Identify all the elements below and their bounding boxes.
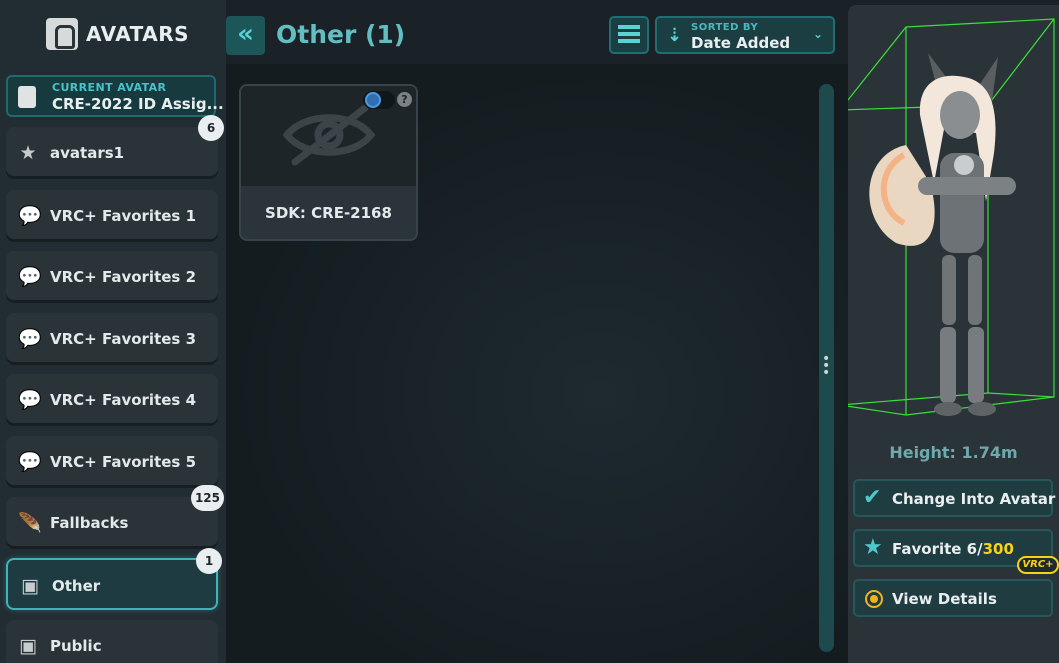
chevron-down-icon: ⌄ bbox=[812, 27, 823, 41]
sidebar-item-avatars1[interactable]: ★ avatars1 6 bbox=[6, 115, 224, 179]
change-into-avatar-button[interactable]: ✔ Change Into Avatar bbox=[853, 479, 1056, 517]
status-dot bbox=[365, 92, 381, 108]
star-icon: ★ bbox=[863, 535, 883, 560]
sidebar-item-vrc-favorites-1[interactable]: 💬 VRC+ Favorites 1 bbox=[6, 190, 218, 242]
double-chevron-left-icon: « bbox=[237, 19, 254, 49]
app-title: AVATARS bbox=[86, 22, 190, 46]
sidebar-item-label: VRC+ Favorites 3 bbox=[50, 330, 197, 348]
avatar-card[interactable]: ? SDK: CRE-2168 bbox=[239, 84, 418, 241]
avatar-tail bbox=[869, 145, 935, 246]
sidebar-item-label: Public bbox=[50, 637, 102, 655]
chat-bubble-icon: 💬 bbox=[18, 205, 42, 227]
sidebar-item-vrc-favorites-4[interactable]: 💬 VRC+ Favorites 4 bbox=[6, 374, 218, 426]
sidebar: AVATARS CURRENT AVATAR CRE-2022 ID Assig… bbox=[0, 0, 226, 663]
current-avatar-button[interactable]: CURRENT AVATAR CRE-2022 ID Assig... bbox=[6, 75, 224, 117]
favorite-limit: 300 bbox=[982, 540, 1014, 558]
sort-value: Date Added bbox=[691, 34, 791, 52]
sidebar-item-label: Fallbacks bbox=[50, 514, 129, 532]
avatar-grid: ? SDK: CRE-2168 bbox=[226, 64, 848, 663]
radio-icon bbox=[865, 590, 883, 608]
sidebar-item-label: VRC+ Favorites 5 bbox=[50, 453, 197, 471]
sidebar-item-fallbacks[interactable]: 🪶 Fallbacks 125 bbox=[6, 485, 224, 549]
avatar-thumbnail: ? bbox=[241, 86, 416, 186]
count-badge: 6 bbox=[198, 115, 224, 141]
drag-handle-icon[interactable]: • • • bbox=[822, 352, 830, 380]
sidebar-item-public[interactable]: ▣ Public bbox=[6, 620, 218, 663]
chat-bubble-icon: 💬 bbox=[18, 389, 42, 411]
current-avatar-label: CURRENT AVATAR bbox=[52, 81, 167, 94]
count-badge: 1 bbox=[196, 548, 222, 574]
view-details-button[interactable]: View Details bbox=[853, 579, 1053, 617]
favorite-label: Favorite 6/300 bbox=[892, 540, 1014, 558]
feather-icon: 🪶 bbox=[18, 512, 42, 534]
chat-bubble-icon: 💬 bbox=[18, 328, 42, 350]
chat-bubble-icon: 💬 bbox=[18, 266, 42, 288]
favorite-count: Favorite 6/ bbox=[892, 540, 983, 558]
sidebar-item-label: VRC+ Favorites 1 bbox=[50, 207, 197, 225]
sidebar-item-label: Other bbox=[52, 577, 101, 595]
sort-dropdown[interactable]: ⇣ SORTED BY Date Added ⌄ bbox=[655, 16, 835, 54]
hidden-eye-icon bbox=[282, 104, 376, 166]
avatar-book-icon bbox=[18, 86, 36, 108]
current-avatar-name: CRE-2022 ID Assig... bbox=[52, 95, 224, 113]
avatar-book-icon: ▣ bbox=[19, 635, 37, 657]
page-title: Other (1) bbox=[276, 20, 406, 49]
sidebar-item-label: VRC+ Favorites 2 bbox=[50, 268, 197, 286]
chat-bubble-icon: 💬 bbox=[18, 451, 42, 473]
avatar-model-preview bbox=[848, 18, 1055, 416]
star-icon: ★ bbox=[19, 142, 37, 164]
sidebar-item-label: VRC+ Favorites 4 bbox=[50, 391, 197, 409]
sidebar-item-vrc-favorites-3[interactable]: 💬 VRC+ Favorites 3 bbox=[6, 313, 218, 365]
avatar-height: Height: 1.74m bbox=[889, 443, 1018, 462]
sidebar-item-label: avatars1 bbox=[50, 144, 125, 162]
list-view-icon bbox=[618, 25, 640, 45]
vrcplus-badge: VRC+ bbox=[1017, 556, 1059, 574]
checkmark-icon: ✔ bbox=[863, 485, 882, 510]
collapse-sidebar-button[interactable]: « bbox=[226, 16, 265, 55]
avatar-book-icon bbox=[46, 18, 78, 50]
sidebar-item-other[interactable]: ▣ Other 1 bbox=[6, 548, 222, 610]
list-view-button[interactable] bbox=[609, 16, 649, 54]
sort-icon: ⇣ bbox=[667, 25, 683, 46]
view-details-label: View Details bbox=[892, 590, 997, 608]
sidebar-item-vrc-favorites-5[interactable]: 💬 VRC+ Favorites 5 bbox=[6, 436, 218, 488]
avatar-preview-panel: Height: 1.74m ✔ Change Into Avatar ★ Fav… bbox=[848, 5, 1059, 663]
avatar-card-title: SDK: CRE-2168 bbox=[265, 204, 392, 222]
help-icon[interactable]: ? bbox=[397, 92, 412, 107]
count-badge: 125 bbox=[190, 485, 224, 511]
avatar-book-icon: ▣ bbox=[21, 575, 39, 597]
brand: AVATARS bbox=[46, 18, 189, 50]
sidebar-item-vrc-favorites-2[interactable]: 💬 VRC+ Favorites 2 bbox=[6, 251, 218, 303]
change-into-avatar-label: Change Into Avatar bbox=[892, 490, 1056, 508]
sort-label: SORTED BY bbox=[691, 22, 759, 33]
